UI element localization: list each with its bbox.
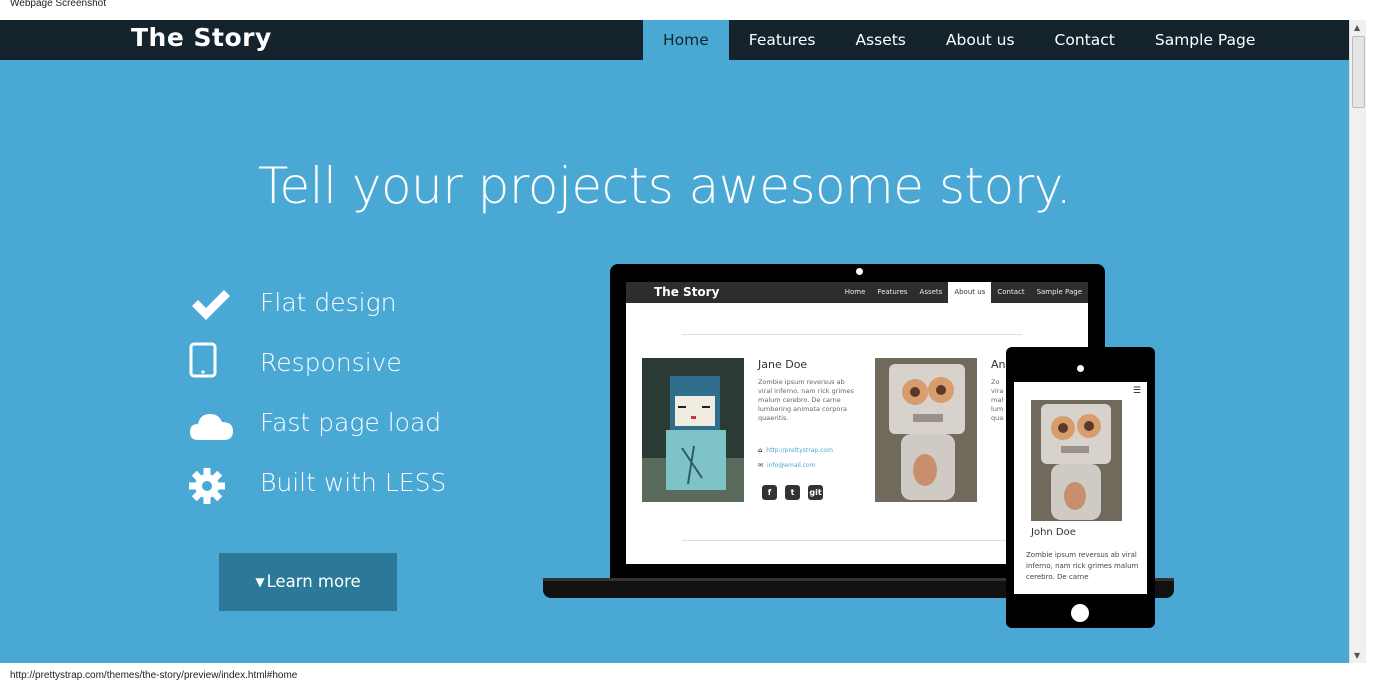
navbar: The Story Home Features Assets About us … [0, 20, 1349, 60]
profile-name: John Doe [1031, 527, 1076, 538]
laptop-camera [856, 268, 863, 275]
preview-nav-item: About us [948, 282, 992, 303]
home-icon: ⌂ [758, 447, 763, 454]
nav-item-home[interactable]: Home [643, 20, 729, 60]
cloud-icon [190, 414, 233, 440]
profile-bio: Zombie ipsum reversus ab viral inferno, … [1026, 551, 1139, 581]
preview-nav-item: Sample Page [1036, 288, 1082, 296]
nav-item-about[interactable]: About us [926, 20, 1035, 60]
hamburger-menu-icon: ☰ [1132, 386, 1141, 396]
profile-name: Jane Doe [758, 358, 808, 371]
profile-photo-jane [642, 358, 744, 502]
preview-brand: The Story [654, 285, 720, 299]
feature-item: Fast page load [188, 402, 548, 452]
nav-item-assets[interactable]: Assets [835, 20, 925, 60]
nav-item-features[interactable]: Features [729, 20, 836, 60]
twitter-icon[interactable]: t [785, 485, 800, 500]
check-icon [192, 290, 230, 320]
preview-nav-item: Assets [919, 288, 943, 296]
hero-headline: Tell your projects awesome story. [257, 157, 1072, 215]
brand-logo[interactable]: The Story [131, 23, 272, 52]
phone-screen: ☰ John Doe Zombie ipsum reversus ab vira… [1014, 382, 1147, 594]
facebook-icon[interactable]: f [762, 485, 777, 500]
scroll-up-icon[interactable]: ▲ [1354, 23, 1360, 32]
status-bar: http://prettystrap.com/themes/the-story/… [0, 663, 1376, 693]
main-nav: Home Features Assets About us Contact Sa… [643, 20, 1275, 60]
scroll-down-icon[interactable]: ▼ [1354, 651, 1360, 660]
caret-down-icon: ▼ [255, 575, 265, 589]
divider [682, 334, 1022, 335]
profile-photo-second [875, 358, 977, 502]
divider [682, 540, 1022, 541]
feature-item: Responsive [188, 342, 548, 392]
vertical-scrollbar[interactable]: ▲ ▼ [1349, 20, 1367, 663]
gear-icon [189, 468, 225, 504]
learn-more-button[interactable]: ▼ Learn more [219, 553, 397, 611]
scrollbar-thumb[interactable] [1352, 36, 1365, 108]
status-url: http://prettystrap.com/themes/the-story/… [10, 670, 298, 681]
feature-item: Flat design [188, 282, 548, 332]
envelope-icon: ✉ [758, 462, 764, 469]
social-links: f t git [762, 485, 823, 500]
preview-nav-item: Contact [997, 288, 1025, 296]
feature-label: Fast page load [260, 408, 442, 437]
tablet-icon [189, 342, 217, 378]
feature-label: Built with LESS [260, 468, 447, 497]
nav-item-contact[interactable]: Contact [1035, 20, 1135, 60]
preview-navbar: The Story Home Features Assets About us … [626, 282, 1088, 303]
phone-mockup: ☰ John Doe Zombie ipsum reversus ab vira… [1006, 347, 1155, 628]
learn-more-label: Learn more [266, 572, 361, 591]
feature-item: Built with LESS [188, 462, 548, 512]
phone-home-button [1071, 604, 1089, 622]
preview-nav-item: Features [877, 288, 908, 296]
window-title: Webpage Screenshot [10, 0, 106, 9]
preview-nav: Home Features Assets About us Contact Sa… [839, 282, 1088, 303]
feature-label: Responsive [260, 348, 402, 377]
github-icon[interactable]: git [808, 485, 823, 500]
feature-label: Flat design [260, 288, 397, 317]
nav-item-sample-page[interactable]: Sample Page [1135, 20, 1276, 60]
profile-bio: Zombie ipsum reversus ab viral inferno, … [758, 378, 854, 422]
profile-email[interactable]: ✉ info@email.com [758, 462, 816, 469]
preview-nav-item: Home [844, 288, 866, 296]
profile-name: An [991, 358, 1006, 371]
profile-photo-john [1031, 400, 1122, 521]
phone-camera [1077, 365, 1084, 372]
window-edge [1366, 20, 1376, 663]
profile-website[interactable]: ⌂ http://prettystrap.com [758, 447, 833, 454]
